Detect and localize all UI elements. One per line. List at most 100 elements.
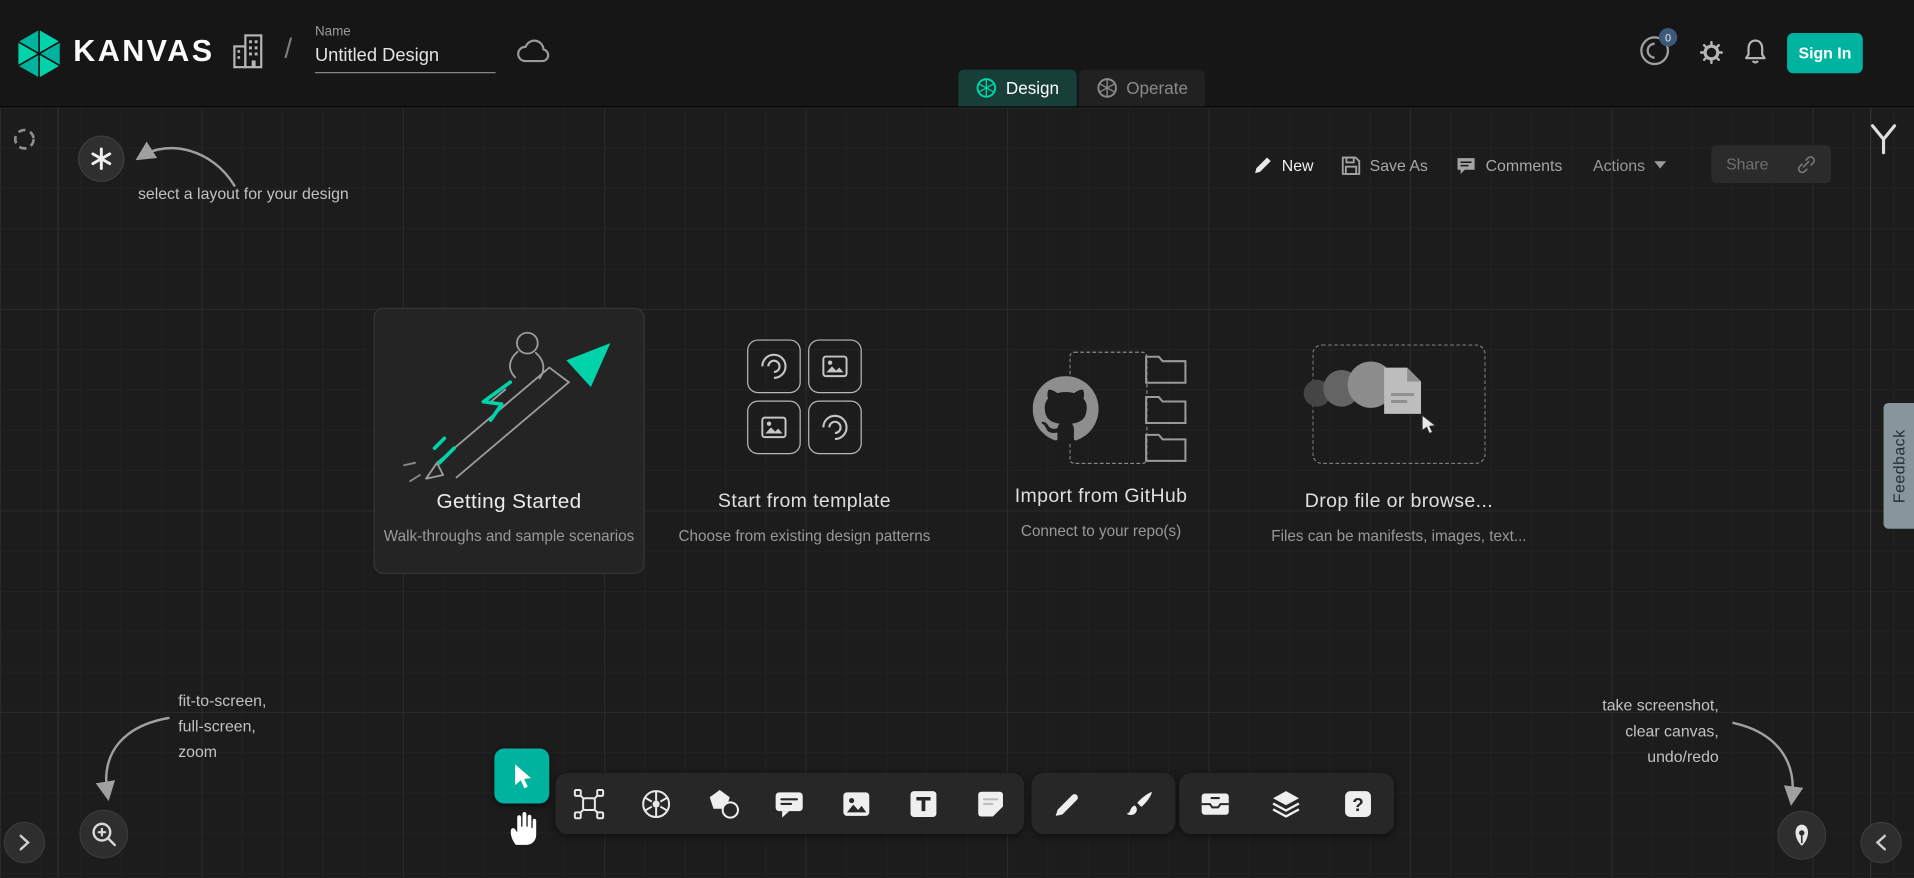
chevron-down-icon (1654, 161, 1666, 168)
comment-tool[interactable] (768, 782, 812, 826)
select-tool-button[interactable] (494, 749, 549, 804)
layers-icon (1270, 787, 1303, 820)
shapes-icon (706, 787, 739, 820)
kanvas-logo-icon[interactable] (12, 27, 66, 81)
top-bar: KANVAS / Name (0, 0, 1914, 107)
media-image-icon (840, 787, 873, 820)
tab-design[interactable]: Design (958, 70, 1076, 107)
text-tool[interactable] (902, 782, 946, 826)
card-subtitle: Choose from existing design patterns (670, 528, 939, 545)
template-tile (808, 401, 862, 455)
file-icon (1382, 365, 1424, 416)
dock-main-tools (555, 773, 1024, 834)
credits-badge: 0 (1659, 28, 1677, 46)
dock-annotate-tools (1031, 773, 1175, 834)
tab-operate-label: Operate (1126, 78, 1188, 98)
brush-icon (1123, 787, 1156, 820)
start-from-template-card[interactable]: Start from template Choose from existing… (670, 339, 939, 544)
card-title: Import from GitHub (967, 486, 1236, 508)
design-name-input[interactable] (315, 42, 496, 74)
help-icon: ? (1342, 787, 1375, 820)
shapes-tool[interactable] (701, 782, 745, 826)
hint-line: take screenshot, (1545, 692, 1718, 718)
layer5-y-logo (1868, 122, 1900, 156)
template-tile (747, 401, 801, 455)
organization-icon[interactable] (232, 33, 264, 70)
expand-panel-button[interactable] (4, 822, 46, 864)
chevron-left-icon (1871, 833, 1891, 853)
hint-line: clear canvas, (1545, 718, 1718, 744)
cloud-sync-icon[interactable] (515, 38, 552, 65)
github-graphic (999, 352, 1204, 469)
design-name-label: Name (315, 24, 496, 39)
help-tool[interactable]: ? (1336, 782, 1380, 826)
design-tab-icon (975, 77, 997, 99)
template-icon-grid (670, 339, 939, 454)
svg-text:?: ? (1352, 794, 1364, 815)
layers-tool[interactable] (1265, 782, 1309, 826)
cursor-icon (507, 761, 536, 790)
pencil-icon (1252, 154, 1273, 175)
pen-tool[interactable] (1046, 782, 1090, 826)
save-as-button[interactable]: Save As (1340, 151, 1428, 178)
comments-button[interactable]: Comments (1455, 151, 1562, 178)
drawer-tool[interactable] (1193, 782, 1237, 826)
notes-tool[interactable] (969, 782, 1013, 826)
image-icon (757, 410, 791, 444)
card-title: Drop file or browse... (1265, 491, 1534, 513)
import-from-github-card[interactable]: Import from GitHub Connect to your repo(… (967, 339, 1236, 539)
layout-picker-button[interactable] (78, 136, 124, 182)
drop-cursor-icon (1421, 414, 1441, 434)
tab-design-label: Design (1006, 78, 1059, 98)
breadcrumb-separator: / (284, 32, 292, 65)
folder-icon (1143, 430, 1189, 463)
pen-mode-button[interactable] (1777, 811, 1826, 860)
component-tool[interactable] (567, 782, 611, 826)
actions-label: Actions (1593, 156, 1645, 174)
hint-line: fit-to-screen, (178, 687, 266, 713)
card-subtitle: Files can be manifests, images, text... (1265, 528, 1534, 545)
operate-tab-icon (1096, 77, 1118, 99)
hint-line: undo/redo (1545, 744, 1718, 770)
folder-icon (1143, 352, 1189, 385)
feedback-tab[interactable]: Feedback (1884, 403, 1914, 529)
sign-in-button[interactable]: Sign In (1787, 33, 1863, 73)
card-title: Start from template (670, 491, 939, 513)
bottom-right-hint: take screenshot, clear canvas, undo/redo (1545, 692, 1718, 769)
comments-label: Comments (1486, 156, 1563, 174)
drop-file-card[interactable]: Drop file or browse... Files can be mani… (1265, 339, 1534, 544)
card-subtitle: Connect to your repo(s) (967, 523, 1236, 540)
new-button[interactable]: New (1252, 151, 1313, 178)
actions-dropdown[interactable]: Actions (1593, 151, 1666, 178)
hint-line: zoom (178, 739, 266, 765)
github-octocat-icon (1033, 376, 1099, 442)
design-canvas[interactable]: select a layout for your design New Save… (0, 107, 1914, 878)
canvas-left-edge (57, 107, 58, 878)
card-subtitle: Walk-throughs and sample scenarios (384, 528, 634, 545)
sticky-note-icon (974, 787, 1007, 820)
kubernetes-tool[interactable] (634, 782, 678, 826)
share-button[interactable]: Share (1711, 145, 1831, 183)
tab-operate[interactable]: Operate (1079, 70, 1205, 107)
getting-started-card[interactable]: Getting Started Walk-throughs and sample… (374, 308, 645, 574)
bottom-left-hint-arrow (90, 711, 175, 806)
getting-started-illustration (383, 319, 634, 485)
layout-hint-text: select a layout for your design (138, 181, 394, 207)
template-tile (747, 339, 801, 393)
hint-line: full-screen, (178, 713, 266, 739)
brush-tool[interactable] (1118, 782, 1162, 826)
share-label: Share (1726, 155, 1768, 173)
file-dropzone[interactable] (1312, 344, 1485, 464)
comment-icon (1455, 154, 1477, 175)
collapse-panel-button[interactable] (1860, 822, 1902, 864)
media-tool[interactable] (835, 782, 879, 826)
notifications-bell-icon[interactable] (1742, 37, 1769, 74)
drawer-icon (1199, 787, 1232, 820)
spiral-icon (818, 410, 852, 444)
settings-gear-icon[interactable] (1697, 38, 1726, 73)
pan-tool-button[interactable] (503, 806, 542, 850)
zoom-button[interactable] (79, 810, 128, 859)
credits-indicator[interactable]: 0 (1638, 34, 1675, 71)
bottom-left-hint: fit-to-screen, full-screen, zoom (178, 687, 266, 764)
kanvas-wordmark: KANVAS (73, 34, 214, 69)
